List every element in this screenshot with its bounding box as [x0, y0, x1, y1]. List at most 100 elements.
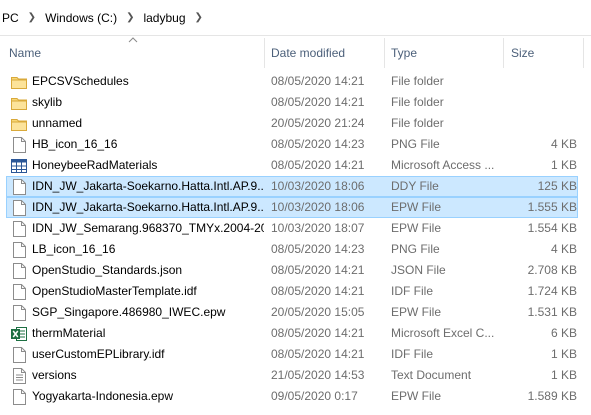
file-row[interactable]: LB_icon_16_16 08/05/2020 14:23 PNG File 4 K… — [6, 239, 578, 260]
folder-icon — [11, 114, 27, 133]
file-size: 6 KB — [550, 326, 577, 340]
column-divider[interactable] — [384, 38, 385, 68]
file-icon — [11, 240, 27, 259]
chevron-right-icon[interactable]: ❯ — [22, 12, 42, 23]
column-divider[interactable] — [503, 38, 504, 68]
breadcrumb-item-pc[interactable]: PC — [0, 11, 22, 25]
access-icon — [11, 156, 27, 175]
file-date-modified: 20/05/2020 21:24 — [271, 116, 365, 130]
column-divider[interactable] — [583, 38, 584, 68]
file-size: 4 KB — [550, 242, 577, 256]
file-name: EPCSVSchedules — [32, 74, 129, 88]
file-row[interactable]: unnamed 20/05/2020 21:24 File folder — [6, 113, 578, 134]
file-size: 2.708 KB — [527, 263, 577, 277]
file-name: HoneybeeRadMaterials — [32, 158, 158, 172]
folder-icon — [11, 72, 27, 91]
file-icon — [11, 303, 27, 322]
file-type: File folder — [391, 95, 444, 109]
file-date-modified: 10/03/2020 18:06 — [271, 179, 365, 193]
folder-icon — [11, 93, 27, 112]
file-type: EPW File — [391, 200, 442, 214]
file-type: Microsoft Access ... — [391, 158, 495, 172]
file-name: thermMaterial — [32, 326, 106, 340]
chevron-right-icon[interactable]: ❯ — [120, 12, 140, 23]
column-header-row: Name Date modified Type Size — [0, 37, 591, 68]
file-name: IDN_JW_Semarang.968370_TMYx.2004-20... — [32, 221, 264, 235]
file-date-modified: 08/05/2020 14:21 — [271, 74, 365, 88]
file-icon — [11, 282, 27, 301]
file-date-modified: 08/05/2020 14:23 — [271, 242, 365, 256]
file-date-modified: 08/05/2020 14:21 — [271, 263, 365, 277]
breadcrumb-item-drive[interactable]: Windows (C:) — [42, 11, 120, 25]
file-type: File folder — [391, 116, 444, 130]
file-name: IDN_JW_Jakarta-Soekarno.Hatta.Intl.AP.9.… — [32, 200, 264, 214]
file-name: IDN_JW_Jakarta-Soekarno.Hatta.Intl.AP.9.… — [32, 179, 264, 193]
file-type: IDF File — [391, 284, 433, 298]
breadcrumb-item-folder[interactable]: ladybug — [140, 11, 188, 25]
file-row[interactable]: OpenStudioMasterTemplate.idf 08/05/2020 1… — [6, 281, 578, 302]
file-icon — [11, 261, 27, 280]
file-name: userCustomEPLibrary.idf — [32, 347, 165, 361]
file-row[interactable]: HoneybeeRadMaterials 08/05/2020 14:21 Micr… — [6, 155, 578, 176]
file-name: skylib — [32, 95, 63, 109]
file-name: HB_icon_16_16 — [32, 137, 118, 151]
file-date-modified: 08/05/2020 14:21 — [271, 158, 365, 172]
chevron-right-icon[interactable]: ❯ — [189, 12, 209, 23]
file-size: 1 KB — [550, 347, 577, 361]
file-type: Text Document — [391, 368, 472, 382]
file-size: 1.724 KB — [527, 284, 577, 298]
file-icon — [11, 198, 27, 217]
file-date-modified: 21/05/2020 14:53 — [271, 368, 365, 382]
file-row[interactable]: EPCSVSchedules 08/05/2020 14:21 File folde… — [6, 71, 578, 92]
file-icon — [11, 135, 27, 154]
file-size: 4 KB — [550, 137, 577, 151]
file-date-modified: 08/05/2020 14:23 — [271, 137, 365, 151]
file-date-modified: 08/05/2020 14:21 — [271, 95, 365, 109]
file-row[interactable]: skylib 08/05/2020 14:21 File folder — [6, 92, 578, 113]
file-size — [497, 72, 577, 91]
file-row[interactable]: IDN_JW_Jakarta-Soekarno.Hatta.Intl.AP.9.… — [6, 197, 578, 218]
file-row[interactable]: SGP_Singapore.486980_IWEC.epw 20/05/2020 … — [6, 302, 578, 323]
file-size: 125 KB — [537, 179, 577, 193]
file-size: 1.589 KB — [527, 389, 577, 403]
file-type: EPW File — [391, 221, 442, 235]
file-row[interactable]: versions 21/05/2020 14:53 Text Document 1 K… — [6, 365, 578, 386]
file-row[interactable]: IDN_JW_Semarang.968370_TMYx.2004-20... 10… — [6, 218, 578, 239]
file-row[interactable]: userCustomEPLibrary.idf 08/05/2020 14:21 I… — [6, 344, 578, 365]
file-name: OpenStudioMasterTemplate.idf — [32, 284, 197, 298]
excel-icon — [11, 324, 27, 343]
column-header-size[interactable]: Size — [511, 38, 581, 68]
file-name: LB_icon_16_16 — [32, 242, 116, 256]
file-date-modified: 08/05/2020 14:21 — [271, 347, 365, 361]
file-row[interactable]: IDN_JW_Jakarta-Soekarno.Hatta.Intl.AP.9.… — [6, 176, 578, 197]
file-type: IDF File — [391, 347, 433, 361]
column-divider[interactable] — [264, 38, 265, 68]
file-row[interactable]: HB_icon_16_16 08/05/2020 14:23 PNG File 4 K… — [6, 134, 578, 155]
file-icon — [11, 387, 27, 406]
file-date-modified: 09/05/2020 0:17 — [271, 389, 358, 403]
file-type: PNG File — [391, 242, 440, 256]
file-type: EPW File — [391, 389, 442, 403]
file-type: File folder — [391, 74, 444, 88]
file-row[interactable]: OpenStudio_Standards.json 08/05/2020 14:2… — [6, 260, 578, 281]
file-size — [497, 114, 577, 133]
file-size: 1 KB — [550, 368, 577, 382]
file-type: PNG File — [391, 137, 440, 151]
file-date-modified: 10/03/2020 18:07 — [271, 221, 365, 235]
file-name: OpenStudio_Standards.json — [32, 263, 183, 277]
file-name: SGP_Singapore.486980_IWEC.epw — [32, 305, 226, 319]
file-type: DDY File — [391, 179, 439, 193]
text-file-icon — [11, 366, 27, 385]
column-header-name[interactable]: Name — [9, 38, 259, 68]
column-header-date[interactable]: Date modified — [271, 38, 381, 68]
file-date-modified: 08/05/2020 14:21 — [271, 284, 365, 298]
file-icon — [11, 219, 27, 238]
file-type: EPW File — [391, 305, 442, 319]
file-row[interactable]: Yogyakarta-Indonesia.epw 09/05/2020 0:17 E… — [6, 386, 578, 407]
file-date-modified: 20/05/2020 15:05 — [271, 305, 365, 319]
file-type: JSON File — [391, 263, 446, 277]
file-row[interactable]: thermMaterial 08/05/2020 14:21 Microsoft E… — [6, 323, 578, 344]
column-header-type[interactable]: Type — [391, 38, 501, 68]
file-date-modified: 10/03/2020 18:06 — [271, 200, 365, 214]
file-size: 1.554 KB — [527, 221, 577, 235]
